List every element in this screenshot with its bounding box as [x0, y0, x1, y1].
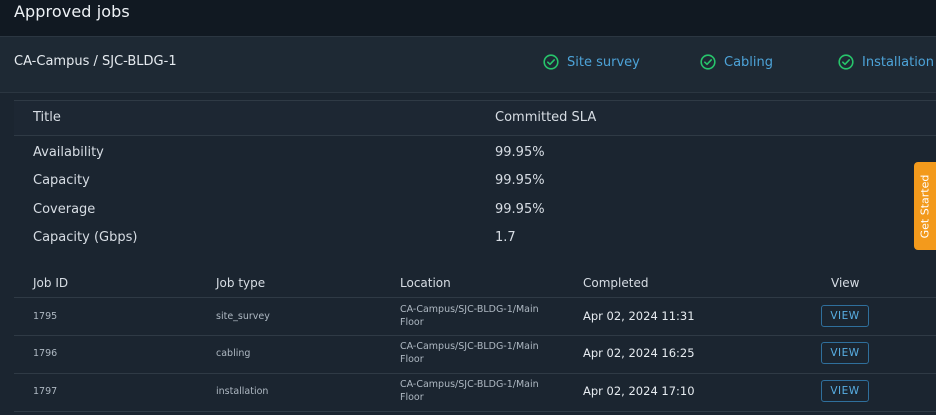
job-location: CA-Campus/SJC-BLDG-1/Main Floor [400, 303, 539, 329]
job-location-line1: CA-Campus/SJC-BLDG-1/Main [400, 341, 539, 352]
sla-row-value: 99.95% [495, 145, 545, 160]
step-label: Cabling [724, 54, 774, 70]
job-type: site_survey [216, 311, 270, 322]
sla-row-label: Availability [33, 145, 104, 160]
check-circle-icon [543, 54, 559, 70]
table-row: 1797 installation CA-Campus/SJC-BLDG-1/M… [14, 374, 936, 412]
get-started-label: Get Started [918, 174, 932, 238]
job-location: CA-Campus/SJC-BLDG-1/Main Floor [400, 378, 539, 404]
view-button[interactable]: VIEW [821, 342, 869, 364]
sla-row-label: Coverage [33, 202, 96, 217]
job-completed: Apr 02, 2024 11:31 [583, 309, 695, 323]
job-panel: CA-Campus / SJC-BLDG-1 Site survey Cabli… [0, 36, 936, 415]
view-button[interactable]: VIEW [821, 380, 869, 402]
sla-row-value: 99.95% [495, 173, 545, 188]
job-location-line2: Floor [400, 392, 424, 403]
sla-row-value: 1.7 [495, 230, 516, 245]
job-completed: Apr 02, 2024 17:10 [583, 384, 695, 398]
step-cabling: Cabling [700, 52, 773, 72]
job-location-line2: Floor [400, 317, 424, 328]
step-installation: Installation [838, 52, 934, 72]
table-row: 1795 site_survey CA-Campus/SJC-BLDG-1/Ma… [14, 298, 936, 336]
sla-row-value: 99.95% [495, 202, 545, 217]
step-label: Site survey [567, 54, 640, 70]
check-circle-icon [700, 54, 716, 70]
job-type: installation [216, 386, 269, 397]
sla-header-committed: Committed SLA [495, 110, 597, 125]
jobs-header-row: Job ID Job type Location Completed View [14, 271, 936, 298]
jobs-header-view: View [831, 276, 860, 290]
jobs-header-location: Location [400, 276, 451, 290]
sla-header-row: Title Committed SLA [14, 100, 936, 136]
jobs-header-completed: Completed [583, 276, 649, 290]
top-bar: Approved jobs [0, 0, 936, 36]
job-location-line1: CA-Campus/SJC-BLDG-1/Main [400, 304, 539, 315]
site-name: CA-Campus / SJC-BLDG-1 [14, 54, 177, 69]
table-row: 1796 cabling CA-Campus/SJC-BLDG-1/Main F… [14, 336, 936, 374]
job-id: 1796 [33, 348, 58, 359]
job-type: cabling [216, 348, 251, 359]
job-location-line2: Floor [400, 354, 424, 365]
jobs-header-job-type: Job type [216, 276, 266, 290]
get-started-tab[interactable]: Get Started [914, 162, 936, 250]
job-location-line1: CA-Campus/SJC-BLDG-1/Main [400, 379, 539, 390]
job-completed: Apr 02, 2024 16:25 [583, 346, 695, 360]
sla-row-label: Capacity (Gbps) [33, 230, 138, 245]
sla-row-label: Capacity [33, 173, 90, 188]
jobs-header-job-id: Job ID [33, 276, 69, 290]
view-button[interactable]: VIEW [821, 305, 869, 327]
job-id: 1797 [33, 386, 58, 397]
sla-header-title: Title [33, 110, 61, 125]
step-site-survey: Site survey [543, 52, 640, 72]
job-location: CA-Campus/SJC-BLDG-1/Main Floor [400, 340, 539, 366]
page-title: Approved jobs [14, 2, 130, 21]
step-label: Installation [862, 54, 935, 70]
job-id: 1795 [33, 311, 58, 322]
check-circle-icon [838, 54, 854, 70]
site-header[interactable]: CA-Campus / SJC-BLDG-1 Site survey Cabli… [0, 37, 936, 93]
